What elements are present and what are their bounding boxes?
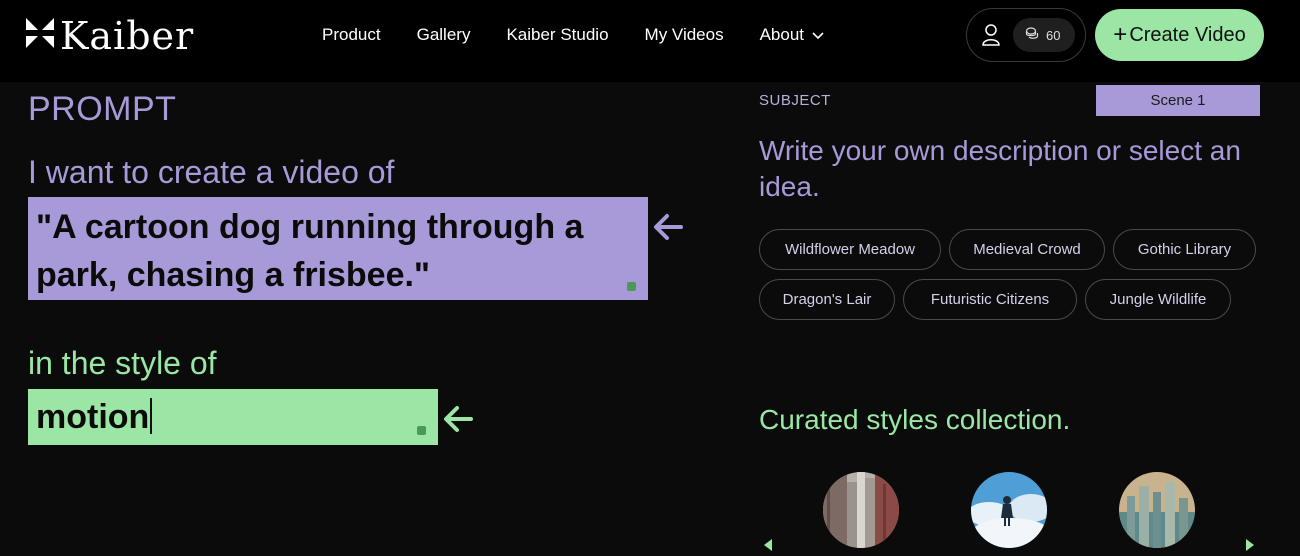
style-thumbnail-city-canyon[interactable] [823,472,899,548]
idea-chip[interactable]: Wildflower Meadow [759,229,941,270]
style-text: motion [36,398,150,436]
style-input[interactable]: motion [28,389,438,445]
coins-icon [1025,26,1039,45]
curated-styles-heading: Curated styles collection. [759,404,1071,435]
nav-gallery[interactable]: Gallery [417,24,471,46]
kaiber-logo-icon [24,16,56,55]
nav-about[interactable]: About [760,24,824,46]
top-nav: Kaiber Product Gallery Kaiber Studio My … [0,0,1300,82]
arrow-left-icon[interactable] [653,213,683,246]
idea-chip[interactable]: Dragon's Lair [759,279,895,320]
nav-links: Product Gallery Kaiber Studio My Videos … [322,24,824,46]
scene-badge[interactable]: Scene 1 [1096,85,1260,116]
nav-kaiber-studio[interactable]: Kaiber Studio [506,24,608,46]
account-pill: 60 [966,8,1086,62]
idea-chip[interactable]: Gothic Library [1113,229,1256,270]
plus-icon: + [1113,21,1128,48]
subject-description: Write your own description or select an … [759,135,1241,202]
idea-chip[interactable]: Jungle Wildlife [1085,279,1231,320]
credits-badge[interactable]: 60 [1013,18,1075,52]
style-intro: in the style of [28,345,217,381]
resize-handle-icon[interactable] [627,282,636,291]
idea-chip[interactable]: Medieval Crowd [949,229,1105,270]
chevron-down-icon [812,24,824,46]
user-icon[interactable] [981,23,1001,52]
subject-label: SUBJECT [759,92,831,109]
style-thumbnail-girl-clouds[interactable] [971,472,1047,548]
create-video-label: Create Video [1129,23,1246,46]
subject-input[interactable]: "A cartoon dog running through a park, c… [28,197,648,300]
brand-name: Kaiber [60,13,195,58]
create-video-button[interactable]: + Create Video [1095,9,1264,61]
nav-about-label: About [759,25,805,44]
prompt-intro: I want to create a video of [28,154,395,190]
brand-logo[interactable]: Kaiber [24,16,194,55]
text-caret [150,398,153,434]
nav-product[interactable]: Product [322,24,381,46]
idea-chip[interactable]: Futuristic Citizens [903,279,1077,320]
arrow-left-icon[interactable] [443,405,473,438]
resize-handle-icon[interactable] [417,426,426,435]
credits-count: 60 [1046,27,1061,43]
carousel-prev-icon[interactable] [763,538,773,556]
subject-text: "A cartoon dog running through a park, c… [36,208,584,294]
nav-my-videos[interactable]: My Videos [645,24,724,46]
prompt-heading: PROMPT [28,90,177,128]
carousel-next-icon[interactable] [1245,538,1255,556]
style-thumbnail-skyline[interactable] [1119,472,1195,548]
